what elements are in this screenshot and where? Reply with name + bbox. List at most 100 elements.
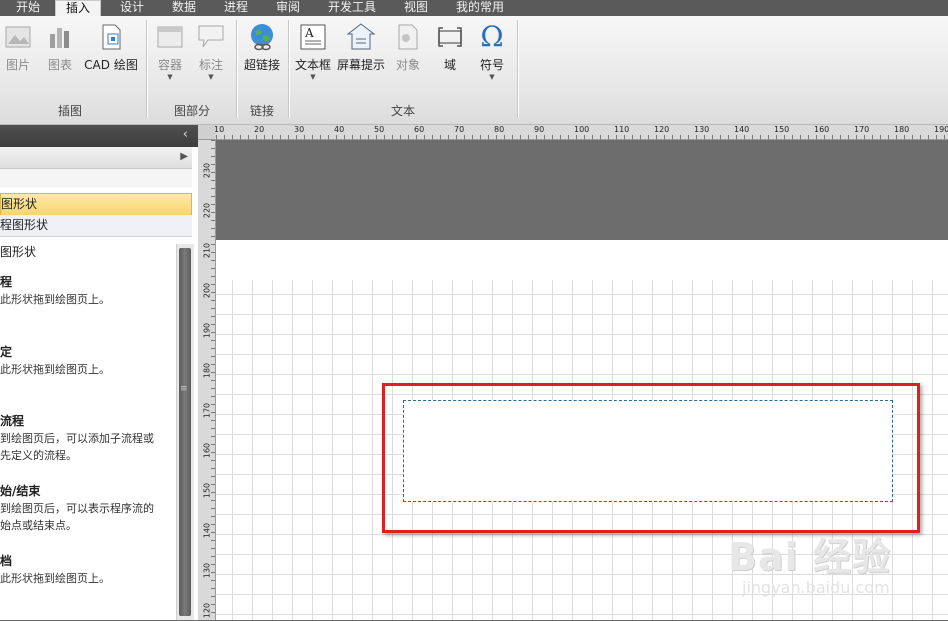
chart-icon [50, 28, 69, 48]
object-label: 对象 [395, 58, 420, 72]
tab-developer[interactable]: 开发工具 [328, 0, 376, 16]
tab-favorites[interactable]: 我的常用 [456, 0, 504, 16]
field-icon [438, 27, 462, 47]
group-label-illustrations: 插图 [57, 104, 82, 118]
quick-shapes-row[interactable] [0, 169, 192, 187]
tab-process[interactable]: 进程 [224, 0, 248, 16]
ribbon: 图片 图表 CAD 绘图 容器 ▼ 标注 ▼ 超链接 A 文本框 ▼ 屏幕提示 … [0, 16, 948, 125]
ruler-tick-label: 160 [814, 125, 830, 134]
ruler-tick-label: 150 [774, 125, 790, 134]
tab-review[interactable]: 审阅 [276, 0, 300, 16]
grip-icon: ≡ [180, 384, 188, 394]
hyperlink-button[interactable]: 超链接 [242, 22, 282, 73]
separator [517, 20, 518, 118]
ruler-tick-label: 170 [854, 125, 870, 134]
globe-link-icon [251, 24, 273, 51]
group-label-links: 链接 [249, 104, 274, 118]
picture-icon [5, 26, 31, 48]
ruler-tick-label: 160 [202, 442, 212, 459]
tab-view[interactable]: 视图 [404, 0, 428, 16]
ruler-tick-label: 180 [202, 362, 212, 379]
shape-item-desc: 此形状拖到绘图页上。 [0, 293, 110, 306]
shape-item-desc: 到绘图页后，可以添加子流程或 先定义的流程。 [0, 432, 154, 462]
ruler-tick-label: 130 [202, 562, 212, 579]
ruler-tick-label: 220 [202, 202, 212, 219]
screentip-button[interactable]: 屏幕提示 [336, 22, 386, 73]
ruler-tick-label: 180 [894, 125, 910, 134]
ruler-tick-label: 80 [494, 125, 505, 134]
ruler-tick-label: 210 [202, 242, 212, 259]
container-label: 容器 [157, 58, 182, 72]
highlight-annotation-box [382, 383, 920, 533]
chevron-right-icon: ▶ [180, 151, 188, 162]
ruler-tick-label: 120 [202, 602, 212, 619]
shape-item-process[interactable]: 程 [0, 273, 12, 290]
stencil-label: 程图形状 [0, 218, 49, 232]
screentip-icon [346, 23, 376, 50]
tab-home[interactable]: 开始 [16, 0, 40, 16]
shapes-pane-header: ‹ [0, 125, 198, 147]
object-icon [398, 24, 418, 50]
tab-design[interactable]: 设计 [120, 0, 144, 16]
shape-item-start-end[interactable]: 始/结束 [0, 482, 40, 499]
cad-label: CAD 绘图 [84, 58, 138, 72]
baidu-watermark: Bai 经验 [728, 535, 891, 579]
dropdown-arrow-icon: ▼ [208, 73, 214, 81]
ruler-tick-label: 70 [454, 125, 465, 134]
ruler-tick-label: 140 [202, 522, 212, 539]
dropdown-arrow-icon: ▼ [167, 73, 173, 81]
callout-button[interactable]: 标注 ▼ [194, 22, 228, 81]
shape-item-document[interactable]: 档 [0, 552, 12, 569]
svg-text:A: A [304, 26, 314, 40]
symbol-label: 符号 [479, 58, 504, 72]
field-button[interactable]: 域 [434, 22, 466, 73]
ruler-tick-label: 100 [574, 125, 590, 134]
shape-item-decision[interactable]: 定 [0, 343, 12, 360]
ruler-tick-label: 50 [374, 125, 385, 134]
separator [236, 20, 237, 118]
ruler-tick-label: 140 [734, 125, 750, 134]
shape-item-subprocess[interactable]: 流程 [0, 412, 24, 429]
textbox-button[interactable]: A 文本框 ▼ [294, 22, 332, 81]
shapes-scrollbar[interactable]: ≡ [176, 244, 194, 620]
textbox-label: 文本框 [294, 58, 331, 72]
ruler-tick-label: 230 [202, 162, 212, 179]
textbox-icon: A [300, 24, 326, 50]
shape-item-desc: 此形状拖到绘图页上。 [0, 572, 110, 585]
ruler-tick-label: 170 [202, 402, 212, 419]
ruler-tick-label: 130 [694, 125, 710, 134]
cad-icon [102, 24, 121, 50]
stencil-basic-flowchart[interactable]: 图形状 [0, 193, 192, 216]
screentip-label: 屏幕提示 [336, 58, 385, 72]
chart-button[interactable]: 图表 [44, 22, 76, 73]
separator [146, 20, 147, 118]
dropdown-arrow-icon: ▼ [310, 73, 316, 81]
collapse-pane-button[interactable]: ‹ [183, 127, 188, 142]
tab-data[interactable]: 数据 [172, 0, 196, 16]
picture-button[interactable]: 图片 [2, 22, 34, 73]
more-shapes-row[interactable]: ▶ [0, 147, 192, 169]
stencil-cross-functional[interactable]: 程图形状 [0, 215, 192, 237]
scrollbar-thumb[interactable] [179, 248, 191, 616]
callout-label: 标注 [198, 58, 223, 72]
ribbon-tab-bar: 开始 插入 设计 数据 进程 审阅 开发工具 视图 我的常用 [0, 0, 948, 18]
ruler-tick-label: 10 [214, 125, 225, 134]
shapes-pane: ‹ ▶ 图形状 程图形状 图形状 程 此形状拖到绘图页上。 定 此形状拖到绘图页… [0, 125, 198, 620]
shape-item-desc: 此形状拖到绘图页上。 [0, 363, 110, 376]
separator [288, 20, 289, 118]
ruler-tick-label: 190 [202, 322, 212, 339]
ruler-tick-label: 200 [202, 282, 212, 299]
ruler-tick-label: 110 [614, 125, 630, 134]
cad-drawing-button[interactable]: CAD 绘图 [82, 22, 140, 73]
ruler-tick-label: 30 [294, 125, 305, 134]
ruler-tick-label: 150 [202, 482, 212, 499]
canvas-background [216, 140, 948, 240]
callout-icon [198, 25, 224, 48]
container-button[interactable]: 容器 ▼ [152, 22, 188, 81]
group-label-diagram-parts: 图部分 [173, 104, 210, 118]
object-button[interactable]: 对象 [392, 22, 424, 73]
ruler-tick-label: 120 [654, 125, 670, 134]
watermark-url: jingyan.baidu.com [742, 578, 890, 597]
ruler-tick-label: 60 [414, 125, 425, 134]
symbol-button[interactable]: Ω 符号 ▼ [474, 22, 510, 82]
